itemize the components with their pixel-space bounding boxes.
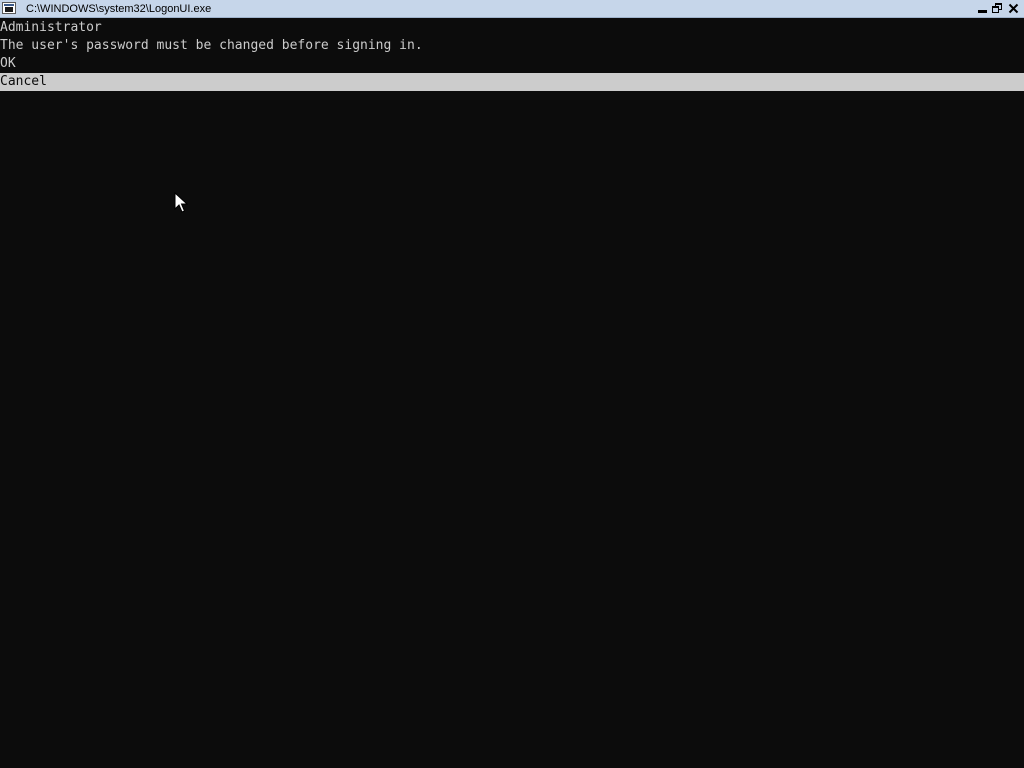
- close-button[interactable]: [1007, 2, 1020, 15]
- option-ok[interactable]: OK: [0, 55, 1024, 73]
- logonui-console-window: C:\WINDOWS\system32\LogonUI.exe Administ…: [0, 0, 1024, 768]
- restore-button[interactable]: [991, 2, 1004, 15]
- title-bar[interactable]: C:\WINDOWS\system32\LogonUI.exe: [0, 0, 1024, 18]
- password-change-message: The user's password must be changed befo…: [0, 38, 423, 53]
- window-title: C:\WINDOWS\system32\LogonUI.exe: [26, 3, 212, 15]
- minimize-icon: [978, 10, 987, 13]
- mouse-pointer-icon: [174, 192, 188, 213]
- close-icon: [1008, 3, 1019, 14]
- console-app-icon[interactable]: [2, 2, 16, 14]
- username-line: Administrator: [0, 20, 102, 35]
- option-cancel[interactable]: Cancel: [0, 73, 1024, 91]
- minimize-button[interactable]: [976, 2, 989, 15]
- console-output: Administrator The user's password must b…: [0, 19, 1024, 768]
